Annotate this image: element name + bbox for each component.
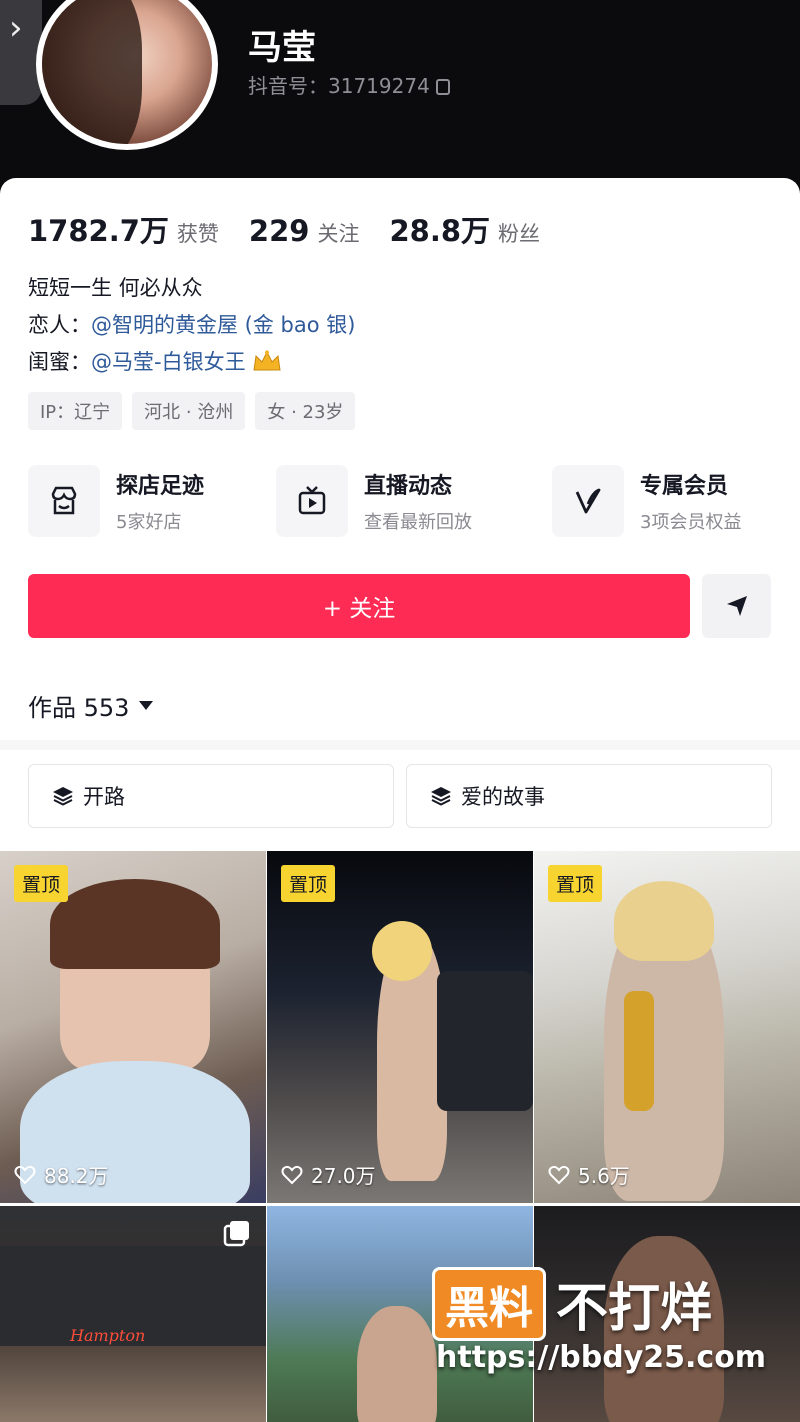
tag-gender-age: 女 · 23岁: [255, 392, 356, 430]
bio-line: 恋人：@智明的黄金屋 (金 bao 银): [28, 313, 356, 337]
video-tile[interactable]: Hampton: [0, 1206, 266, 1422]
caret-down-icon: [139, 701, 154, 710]
share-button[interactable]: [702, 574, 771, 638]
pinned-badge: 置顶: [281, 865, 336, 902]
video-tile[interactable]: 置顶 88.2万: [0, 851, 266, 1203]
collection-love-story[interactable]: 爱的故事: [406, 764, 772, 828]
collections-row: 开路 爱的故事: [28, 764, 772, 828]
heart-icon: [281, 1165, 303, 1184]
chevron-right-icon: ›: [9, 8, 23, 48]
hotel-sign: Hampton: [70, 1326, 146, 1345]
bio: 短短一生 何必从众 恋人：@智明的黄金屋 (金 bao 银) 闺蜜：@马莹-白银…: [28, 270, 355, 381]
stats-row: 1782.7万 获赞 229 关注 28.8万 粉丝: [28, 208, 540, 250]
video-tile[interactable]: 置顶 5.6万: [534, 851, 800, 1203]
watermark-badge: 黑料: [432, 1266, 546, 1341]
avatar[interactable]: [36, 0, 218, 150]
mention-link[interactable]: @智明的黄金屋 (金 bao 银): [91, 313, 355, 337]
stat-likes[interactable]: 1782.7万 获赞: [28, 208, 219, 250]
layers-icon: [53, 787, 73, 806]
watermark-url: https://bbdy25.com: [436, 1340, 767, 1375]
feature-store-visits[interactable]: 探店足迹 5家好店: [28, 463, 204, 539]
like-count: 27.0万: [281, 1160, 376, 1189]
like-count: 5.6万: [548, 1160, 630, 1189]
features-row: 探店足迹 5家好店 直播动态 查看最新回放 专属会员 3项会员权益: [28, 463, 778, 539]
profile-header: › 马莹 抖音号：31719274: [0, 0, 800, 200]
video-tile[interactable]: 置顶 27.0万: [267, 851, 533, 1203]
watermark-text: 不打烊: [556, 1279, 713, 1339]
douyin-id[interactable]: 抖音号：31719274: [248, 70, 450, 99]
divider: [0, 740, 800, 750]
stat-following[interactable]: 229 关注: [249, 214, 360, 248]
collection-kailu[interactable]: 开路: [28, 764, 394, 828]
tag-location: 河北 · 沧州: [132, 392, 246, 430]
heart-icon: [548, 1165, 570, 1184]
send-icon: [726, 596, 747, 616]
follow-button[interactable]: + 关注: [28, 574, 690, 638]
watermark: 黑料 不打烊: [432, 1266, 712, 1341]
crown-icon: [253, 350, 281, 371]
tags-row: IP：辽宁 河北 · 沧州 女 · 23岁: [28, 392, 356, 430]
tv-icon: [276, 465, 348, 537]
layers-icon: [431, 787, 451, 806]
pinned-badge: 置顶: [548, 865, 603, 902]
profile-card: 1782.7万 获赞 229 关注 28.8万 粉丝 短短一生 何必从众 恋人：@智明…: [0, 178, 800, 1422]
heart-icon: [14, 1165, 36, 1184]
vip-icon: [552, 465, 624, 537]
copy-icon[interactable]: [435, 79, 450, 95]
store-icon: [28, 465, 100, 537]
profile-name: 马莹: [248, 28, 316, 68]
tag-ip: IP：辽宁: [28, 392, 123, 430]
bio-line: 闺蜜：@马莹-白银女王: [28, 344, 355, 381]
mention-link[interactable]: @马莹-白银女王: [91, 350, 246, 374]
like-count: 88.2万: [14, 1160, 109, 1189]
feature-membership[interactable]: 专属会员 3项会员权益: [552, 463, 741, 539]
pinned-badge: 置顶: [14, 865, 69, 902]
feature-live[interactable]: 直播动态 查看最新回放: [276, 463, 472, 539]
stat-followers[interactable]: 28.8万 粉丝: [389, 208, 540, 250]
works-selector[interactable]: 作品 553: [28, 688, 154, 723]
multi-image-icon: [223, 1221, 249, 1247]
bio-line: 短短一生 何必从众: [28, 276, 203, 300]
